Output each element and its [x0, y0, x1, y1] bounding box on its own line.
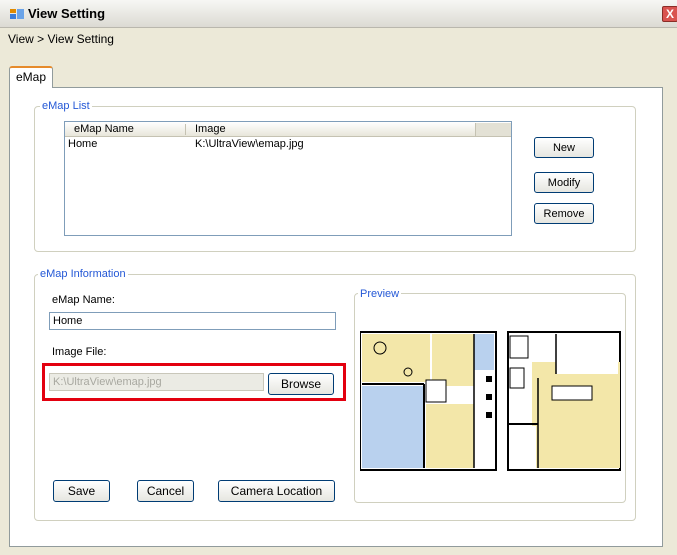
emap-list-view[interactable]: eMap Name Image Home K:\UltraView\emap.j…	[64, 121, 512, 236]
cancel-button[interactable]: Cancel	[137, 480, 194, 502]
emap-name-field[interactable]: Home	[49, 312, 336, 330]
preview-legend: Preview	[358, 288, 402, 300]
emap-information-legend: eMap Information	[38, 268, 128, 280]
list-header: eMap Name Image	[65, 122, 511, 137]
camera-location-button[interactable]: Camera Location	[218, 480, 335, 502]
window-title: View Setting	[28, 6, 106, 21]
modify-button[interactable]: Modify	[534, 172, 594, 193]
tab-emap[interactable]: eMap	[9, 66, 53, 88]
row-image-path: K:\UltraView\emap.jpg	[195, 138, 304, 150]
highlight-box	[42, 363, 346, 401]
remove-button[interactable]: Remove	[534, 203, 594, 224]
row-emap-name: Home	[68, 138, 98, 150]
save-button[interactable]: Save	[53, 480, 110, 502]
close-button[interactable]: X	[662, 6, 677, 22]
app-icon	[10, 8, 24, 20]
column-header-filler	[475, 123, 511, 136]
new-button[interactable]: New	[534, 137, 594, 158]
breadcrumb: View > View Setting	[8, 32, 114, 46]
table-row[interactable]: Home K:\UltraView\emap.jpg	[65, 138, 511, 152]
column-header-image[interactable]: Image	[195, 123, 226, 135]
emap-name-label: eMap Name:	[52, 294, 115, 306]
column-header-emap-name[interactable]: eMap Name	[74, 123, 134, 135]
floor-plan-image	[359, 328, 622, 476]
column-separator	[185, 124, 186, 135]
image-file-label: Image File:	[52, 346, 107, 358]
emap-list-legend: eMap List	[40, 100, 92, 112]
